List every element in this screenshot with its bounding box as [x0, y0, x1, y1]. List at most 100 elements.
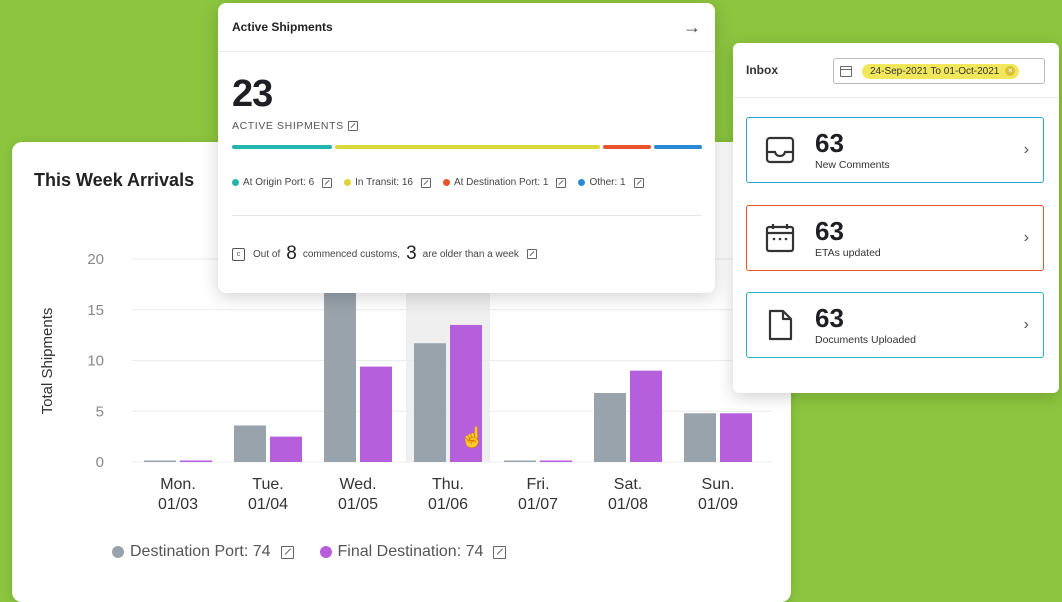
external-link-icon[interactable]	[633, 177, 644, 188]
status-dot	[578, 179, 586, 186]
inbox-item-text: 63 ETAs updated	[815, 218, 1024, 259]
bar-final-destination	[180, 460, 212, 462]
active-shipments-title: Active Shipments	[232, 20, 333, 34]
active-shipments-card: Active Shipments → 23 ACTIVE SHIPMENTS A…	[218, 3, 715, 293]
x-tick-day: Sat.	[614, 476, 642, 493]
inbox-item-new-comments[interactable]: 63 New Comments ›	[746, 117, 1044, 183]
x-tick-date: 01/07	[518, 496, 558, 513]
customs-icon: c	[232, 247, 245, 261]
inbox-title: Inbox	[746, 63, 778, 77]
y-tick-label: 10	[87, 353, 104, 370]
x-tick-day: Thu.	[432, 476, 464, 493]
status-dot	[442, 179, 450, 186]
clear-date-icon[interactable]: ×	[1005, 66, 1016, 76]
progress-segment	[654, 145, 702, 149]
inbox-item-label: New Comments	[815, 158, 890, 171]
status-in-transit[interactable]: In Transit: 16	[344, 177, 431, 188]
customs-total: 8	[286, 243, 297, 264]
active-shipments-count: 23	[232, 73, 273, 115]
external-link-icon[interactable]	[526, 249, 537, 259]
chevron-right-icon: ›	[1023, 141, 1029, 158]
external-link-icon[interactable]	[493, 545, 507, 559]
customs-summary[interactable]: c Out of 8 commenced customs, 3 are olde…	[232, 243, 537, 265]
shipment-status-progress-bar	[232, 145, 702, 149]
bar-destination-port	[234, 425, 266, 462]
inbox-item-etas-updated[interactable]: 63 ETAs updated ›	[746, 205, 1044, 271]
x-tick-date: 01/05	[338, 496, 378, 513]
active-shipments-subtitle[interactable]: ACTIVE SHIPMENTS	[232, 120, 358, 132]
inbox-item-label: ETAs updated	[815, 246, 881, 259]
external-link-icon[interactable]	[347, 121, 358, 131]
chevron-right-icon: ›	[1023, 229, 1029, 246]
customs-prefix: Out of	[253, 248, 281, 260]
bar-destination-port	[414, 343, 446, 462]
bar-destination-port	[144, 460, 176, 462]
status-label: At Origin Port: 6	[243, 177, 315, 188]
bar-destination-port	[324, 291, 356, 462]
x-tick-date: 01/06	[428, 496, 468, 513]
external-link-icon[interactable]	[556, 177, 567, 188]
document-icon	[768, 309, 793, 341]
y-axis-label: Total Shipments	[39, 308, 56, 415]
bar-destination-port	[594, 392, 626, 462]
progress-segment	[334, 145, 601, 149]
x-tick-day: Mon.	[160, 476, 196, 493]
arrow-right-icon[interactable]: →	[683, 17, 701, 38]
inbox-item-count: 63	[815, 127, 844, 158]
inbox-header: Inbox 24-Sep-2021 To 01-Oct-2021 ×	[733, 43, 1059, 98]
x-tick-date: 01/03	[158, 496, 198, 513]
status-label: In Transit: 16	[355, 177, 413, 188]
status-at-origin-port[interactable]: At Origin Port: 6	[232, 177, 333, 188]
bar-destination-port	[684, 413, 716, 462]
x-tick-day: Tue.	[252, 476, 283, 493]
y-tick-label: 15	[87, 302, 104, 319]
customs-suffix: are older than a week	[422, 248, 519, 260]
progress-segment	[603, 145, 652, 149]
x-tick-date: 01/04	[248, 496, 288, 513]
external-link-icon[interactable]	[420, 177, 431, 188]
chevron-right-icon: ›	[1023, 316, 1029, 333]
bar-final-destination	[720, 413, 752, 462]
progress-segment	[232, 145, 332, 149]
bar-final-destination	[540, 460, 572, 462]
calendar-icon	[765, 224, 795, 253]
chart-legend: Destination Port: 74 Final Destination: …	[112, 543, 507, 561]
x-tick-date: 01/08	[608, 496, 648, 513]
bar-destination-port	[504, 460, 536, 462]
inbox-tray-icon	[765, 136, 795, 164]
date-range-value: 24-Sep-2021 To 01-Oct-2021	[870, 65, 1000, 77]
inbox-item-text: 63 New Comments	[815, 130, 1024, 171]
inbox-item-text: 63 Documents Uploaded	[815, 305, 1024, 346]
inbox-item-count: 63	[815, 215, 844, 246]
x-tick-day: Wed.	[339, 476, 376, 493]
customs-older-count: 3	[406, 243, 417, 264]
shipment-status-list: At Origin Port: 6 In Transit: 16 At Dest…	[232, 177, 644, 188]
legend-dot	[112, 546, 124, 558]
legend-destination-port[interactable]: Destination Port: 74	[112, 543, 294, 561]
date-range-chip[interactable]: 24-Sep-2021 To 01-Oct-2021 ×	[862, 63, 1020, 79]
inbox-item-documents-uploaded[interactable]: 63 Documents Uploaded ›	[746, 292, 1044, 358]
active-shipments-header: Active Shipments →	[218, 3, 715, 52]
inbox-card: Inbox 24-Sep-2021 To 01-Oct-2021 × 63 Ne…	[733, 43, 1059, 393]
inbox-item-label: Documents Uploaded	[815, 333, 916, 346]
bar-final-destination	[270, 436, 302, 462]
status-label: At Destination Port: 1	[453, 177, 549, 188]
legend-label: Destination Port: 74	[130, 543, 271, 560]
status-dot	[344, 179, 352, 186]
bar-final-destination	[360, 366, 392, 462]
active-shipments-subtitle-label: ACTIVE SHIPMENTS	[232, 120, 344, 132]
date-range-filter[interactable]: 24-Sep-2021 To 01-Oct-2021 ×	[833, 58, 1045, 84]
x-tick-date: 01/09	[698, 496, 738, 513]
external-link-icon[interactable]	[322, 177, 333, 188]
legend-dot	[319, 546, 332, 558]
inbox-item-count: 63	[815, 302, 844, 333]
legend-final-destination[interactable]: Final Destination: 74	[319, 543, 507, 561]
customs-middle: commenced customs,	[302, 248, 401, 260]
status-other[interactable]: Other: 1	[578, 177, 644, 188]
legend-label: Final Destination: 74	[337, 543, 484, 560]
status-at-destination-port[interactable]: At Destination Port: 1	[442, 177, 567, 188]
external-link-icon[interactable]	[280, 545, 294, 559]
x-tick-day: Sun.	[702, 476, 735, 493]
y-tick-label: 5	[96, 403, 104, 420]
bar-final-destination	[630, 370, 662, 462]
